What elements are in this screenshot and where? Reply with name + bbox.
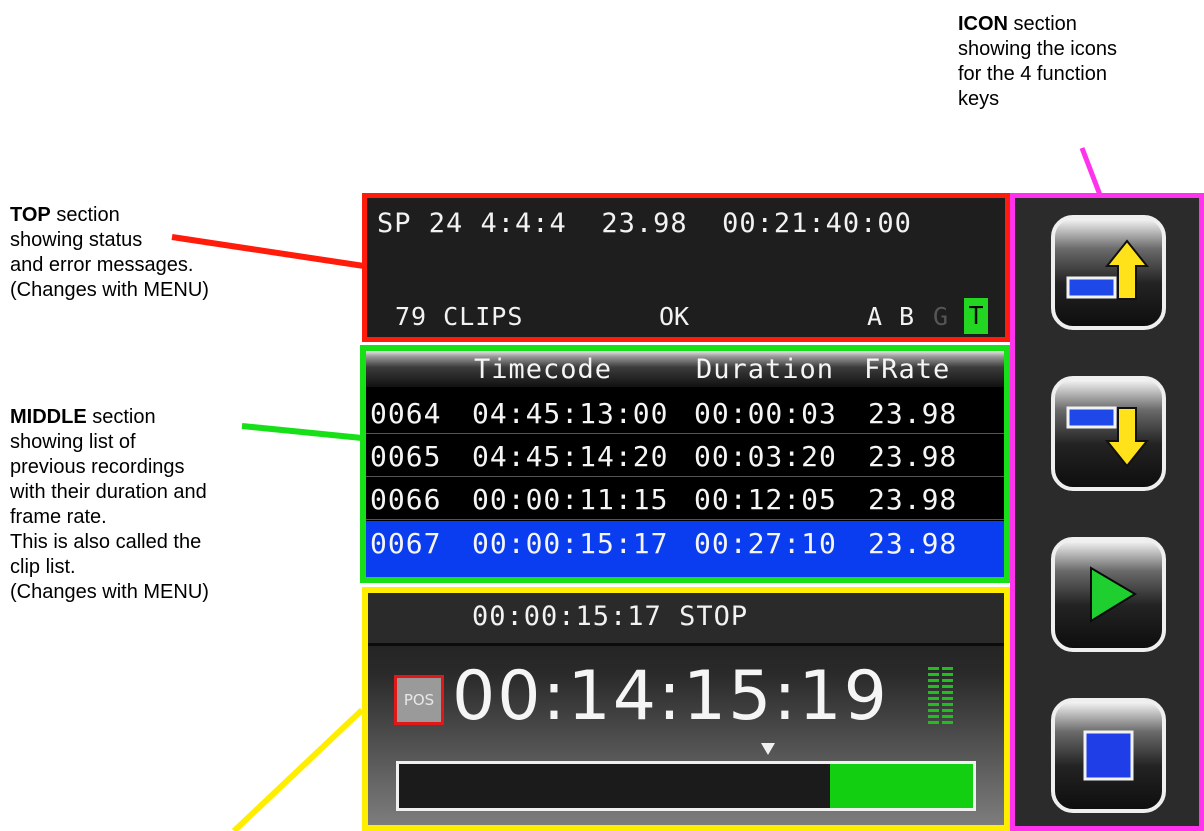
clip-id: 0066 [370, 483, 442, 516]
top-annotation-line: section [50, 204, 120, 226]
top-annotation-title: TOP [10, 204, 51, 226]
audio-level-meter-icon [928, 667, 953, 724]
middle-annotation-line: This is also called the [10, 531, 202, 553]
playhead-marker-icon [761, 743, 775, 755]
function-key-icon-section [1010, 193, 1204, 831]
function-key-2[interactable] [1051, 376, 1166, 491]
transport-status: 00:00:15:17 STOP [472, 601, 749, 632]
status-message: OK [659, 302, 690, 331]
function-key-1[interactable] [1051, 215, 1166, 330]
function-key-3[interactable] [1051, 537, 1166, 652]
clip-timecode: 00:00:11:15 [472, 483, 669, 516]
clip-down-arrow-icon [1066, 406, 1150, 468]
channel-t-indicator: T [964, 298, 988, 334]
middle-annotation-line: with their duration and [10, 481, 207, 503]
top-annotation-line: showing status [10, 229, 143, 251]
clip-timecode: 04:45:14:20 [472, 440, 669, 473]
progress-bar[interactable] [396, 761, 976, 811]
top-section-annotation: TOP section showing status and error mes… [10, 203, 310, 303]
clip-id: 0065 [370, 440, 442, 473]
pos-badge: POS [394, 675, 444, 725]
column-header-frate: FRate [864, 354, 951, 385]
clip-id: 0067 [370, 527, 442, 560]
middle-annotation-line: (Changes with MENU) [10, 581, 209, 603]
column-header-timecode: Timecode [474, 354, 613, 385]
position-timecode: 00:14:15:19 [452, 657, 889, 736]
clip-row[interactable]: 0064 04:45:13:00 00:00:03 23.98 [366, 391, 1004, 434]
column-header-duration: Duration [696, 354, 835, 385]
clip-row[interactable]: 0065 04:45:14:20 00:03:20 23.98 [366, 434, 1004, 477]
top-annotation-line: (Changes with MENU) [10, 279, 209, 301]
middle-section-annotation: MIDDLE section showing list of previous … [10, 405, 310, 605]
top-annotation-line: and error messages. [10, 254, 194, 276]
middle-annotation-line: showing list of [10, 431, 136, 453]
middle-annotation-line: clip list. [10, 556, 76, 578]
channel-g-indicator: G [933, 302, 949, 331]
clip-up-arrow-icon [1066, 239, 1150, 300]
clip-duration: 00:12:05 [694, 483, 837, 516]
icon-leader-line [1079, 147, 1103, 196]
icon-annotation-line: showing the icons [958, 38, 1117, 60]
icon-annotation-title: ICON [958, 13, 1008, 35]
clip-frate: 23.98 [868, 527, 958, 560]
channel-a-indicator: A [867, 302, 883, 331]
transport-status-bar: 00:00:15:17 STOP [368, 593, 1004, 646]
middle-annotation-line: frame rate. [10, 506, 107, 528]
play-icon [1090, 566, 1137, 623]
clip-duration: 00:03:20 [694, 440, 837, 473]
function-key-4[interactable] [1051, 698, 1166, 813]
clip-list-header: Timecode Duration FRate [366, 351, 1004, 387]
icon-annotation-line: for the 4 function [958, 63, 1107, 85]
icon-annotation-line: keys [958, 88, 1000, 110]
clip-frate: 23.98 [868, 440, 958, 473]
clip-list-section: Timecode Duration FRate 0064 04:45:13:00… [360, 345, 1010, 583]
clip-id: 0064 [370, 397, 442, 430]
clip-duration: 00:27:10 [694, 527, 837, 560]
status-line: SP 24 4:4:4 23.98 00:21:40:00 [377, 208, 912, 239]
clip-count: 79 CLIPS [395, 302, 524, 331]
progress-bar-fill [829, 764, 973, 808]
clip-frate: 23.98 [868, 397, 958, 430]
clip-duration: 00:00:03 [694, 397, 837, 430]
clip-frate: 23.98 [868, 483, 958, 516]
bottom-leader-line [231, 707, 365, 831]
clip-timecode: 04:45:13:00 [472, 397, 669, 430]
channel-b-indicator: B [899, 302, 915, 331]
clip-row-selected[interactable]: 0067 00:00:15:17 00:27:10 23.98 [366, 521, 1004, 577]
middle-annotation-title: MIDDLE [10, 406, 87, 428]
middle-annotation-line: previous recordings [10, 456, 185, 478]
icon-section-annotation: ICON section showing the icons for the 4… [958, 12, 1198, 112]
middle-annotation-line: section [86, 406, 156, 428]
clip-row[interactable]: 0066 00:00:11:15 00:12:05 23.98 [366, 477, 1004, 520]
transport-section: 00:00:15:17 STOP POS 00:14:15:19 [362, 587, 1010, 831]
clip-timecode: 00:00:15:17 [472, 527, 669, 560]
stop-icon [1083, 730, 1134, 781]
top-status-section: SP 24 4:4:4 23.98 00:21:40:00 79 CLIPS O… [362, 193, 1010, 342]
icon-annotation-line: section [1008, 13, 1077, 35]
